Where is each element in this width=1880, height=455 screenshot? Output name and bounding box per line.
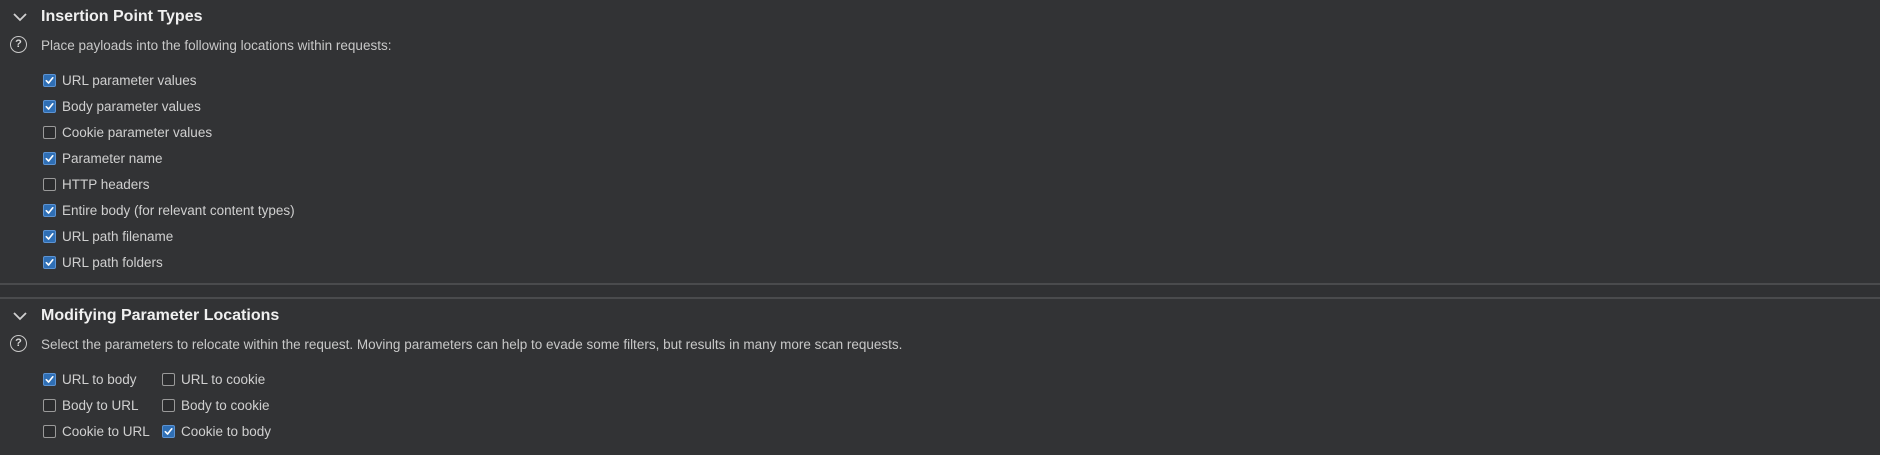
checkbox-unchecked[interactable]	[162, 372, 175, 386]
checkbox-option-url-to-cookie[interactable]: URL to cookie	[162, 369, 265, 389]
checkbox-unchecked[interactable]	[162, 398, 175, 412]
checkbox-unchecked[interactable]	[43, 125, 56, 139]
checkmark-icon	[164, 427, 173, 435]
checkbox-unchecked[interactable]	[43, 177, 56, 191]
checkmark-icon	[45, 102, 54, 110]
section-description-row: ? Place payloads into the following loca…	[0, 34, 1880, 60]
checkbox-checked[interactable]	[43, 255, 56, 269]
section-title: Modifying Parameter Locations	[41, 307, 280, 324]
checkbox-checked[interactable]	[43, 372, 56, 386]
checkmark-icon	[45, 232, 54, 240]
insertion-point-types-section: Insertion Point Types ? Place payloads i…	[0, 0, 1880, 283]
checkmark-icon	[45, 206, 54, 214]
checkbox-option-url-path-filename[interactable]: URL path filename	[43, 226, 173, 246]
checkbox-label: Cookie to body	[181, 423, 272, 439]
checkbox-checked[interactable]	[43, 151, 56, 165]
checkmark-icon	[45, 375, 54, 383]
section-header: Insertion Point Types	[0, 0, 1880, 34]
checkmark-icon	[45, 76, 54, 84]
checkbox-option-body-to-url[interactable]: Body to URL	[43, 395, 139, 415]
checkbox-option-cookie-parameter-values[interactable]: Cookie parameter values	[43, 122, 212, 142]
section-title: Insertion Point Types	[41, 8, 203, 25]
checkbox-checked[interactable]	[43, 99, 56, 113]
checkbox-option-body-to-cookie[interactable]: Body to cookie	[162, 395, 270, 415]
checkbox-option-cookie-to-url[interactable]: Cookie to URL	[43, 421, 150, 441]
help-icon[interactable]: ?	[10, 335, 27, 352]
section-description: Select the parameters to relocate within…	[41, 337, 903, 352]
checkbox-unchecked[interactable]	[43, 424, 56, 438]
checkbox-checked[interactable]	[43, 229, 56, 243]
checkbox-checked[interactable]	[43, 73, 56, 87]
checkbox-label: URL to cookie	[181, 371, 266, 387]
checkbox-option-http-headers[interactable]: HTTP headers	[43, 174, 150, 194]
section-description-row: ? Select the parameters to relocate with…	[0, 333, 1880, 359]
checkbox-label: URL path filename	[62, 228, 174, 244]
checkbox-label: Entire body (for relevant content types)	[62, 202, 295, 218]
checkbox-unchecked[interactable]	[43, 398, 56, 412]
checkbox-option-entire-body-for-relevant-content-types[interactable]: Entire body (for relevant content types)	[43, 200, 295, 220]
checkbox-option-url-parameter-values[interactable]: URL parameter values	[43, 70, 197, 90]
checkbox-option-body-parameter-values[interactable]: Body parameter values	[43, 96, 201, 116]
section-header: Modifying Parameter Locations	[0, 299, 1880, 333]
chevron-down-icon[interactable]	[12, 11, 28, 23]
checkbox-option-url-to-body[interactable]: URL to body	[43, 369, 137, 389]
checkmark-icon	[45, 258, 54, 266]
checkmark-icon	[45, 154, 54, 162]
help-icon[interactable]: ?	[10, 36, 27, 53]
section-description: Place payloads into the following locati…	[41, 38, 392, 53]
modifying-parameter-locations-section: Modifying Parameter Locations ? Select t…	[0, 299, 1880, 439]
checkbox-option-parameter-name[interactable]: Parameter name	[43, 148, 163, 168]
checkbox-label: Cookie to URL	[62, 423, 150, 439]
section-divider	[0, 283, 1880, 299]
checkbox-label: URL to body	[62, 371, 137, 387]
checkbox-label: URL path folders	[62, 254, 163, 270]
checkbox-checked[interactable]	[162, 424, 175, 438]
checkbox-label: Parameter name	[62, 150, 163, 166]
checkbox-checked[interactable]	[43, 203, 56, 217]
checkbox-option-cookie-to-body[interactable]: Cookie to body	[162, 421, 271, 441]
chevron-down-icon[interactable]	[12, 310, 28, 322]
checkbox-label: Body to cookie	[181, 397, 270, 413]
checkbox-label: URL parameter values	[62, 72, 197, 88]
checkbox-label: Body to URL	[62, 397, 139, 413]
checkbox-label: HTTP headers	[62, 176, 150, 192]
checkbox-label: Body parameter values	[62, 98, 201, 114]
checkbox-option-url-path-folders[interactable]: URL path folders	[43, 252, 163, 272]
checkbox-label: Cookie parameter values	[62, 124, 213, 140]
